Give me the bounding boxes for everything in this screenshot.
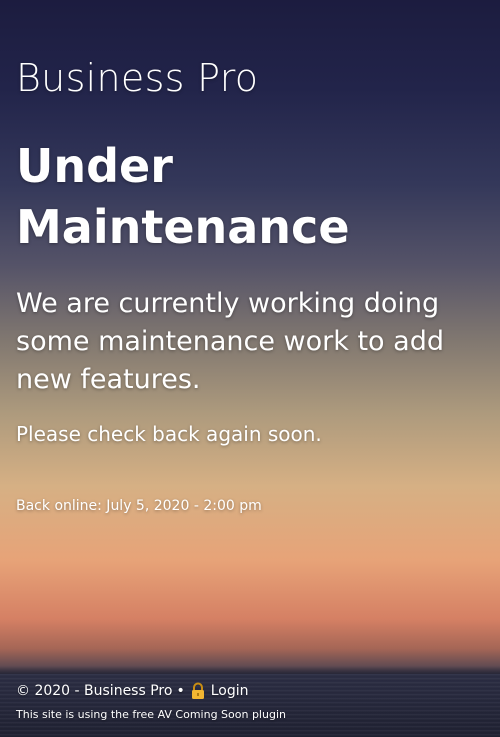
maintenance-message: We are currently working doing some main… <box>16 288 444 395</box>
login-link[interactable]: Login <box>189 682 249 700</box>
check-back-message: Please check back again soon. <box>16 422 322 446</box>
footer: © 2020 - Business Pro • Login This site … <box>16 680 486 721</box>
login-label: Login <box>210 683 249 699</box>
lock-icon <box>191 682 204 699</box>
horizon-line <box>0 666 500 674</box>
page-headline: Under Maintenance <box>16 139 350 254</box>
copyright-text: © 2020 - Business Pro <box>16 683 173 699</box>
footer-line: © 2020 - Business Pro • Login <box>16 680 486 702</box>
plugin-note: This site is using the free AV Coming So… <box>16 708 286 721</box>
site-title: Business Pro <box>16 56 259 100</box>
footer-separator: • <box>176 683 185 699</box>
back-online-date: Back online: July 5, 2020 - 2:00 pm <box>16 498 262 514</box>
